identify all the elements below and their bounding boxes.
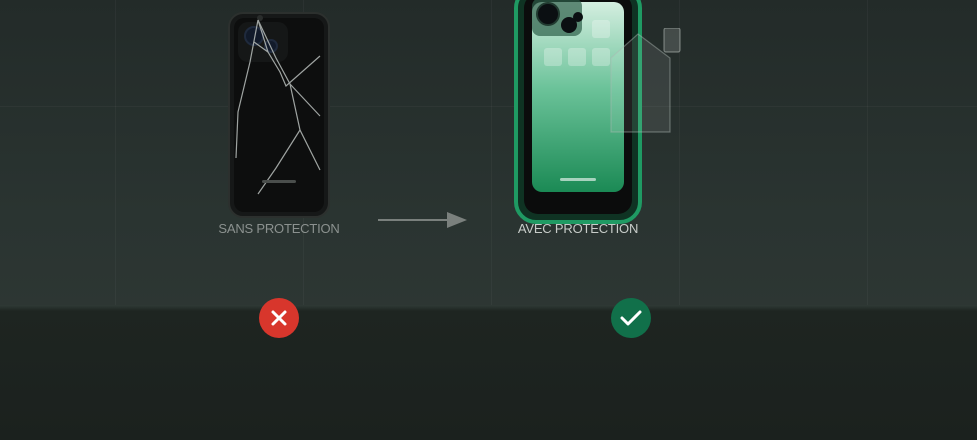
cracked-phone-illustration <box>228 12 330 218</box>
x-icon <box>271 310 287 326</box>
failure-badge <box>259 298 299 338</box>
floor-panel <box>0 305 977 440</box>
with-protection-label: AVEC PROTECTION <box>517 221 639 236</box>
without-protection-label: SANS PROTECTION <box>218 221 340 236</box>
screen-protector-film <box>610 28 681 133</box>
check-icon <box>620 310 642 326</box>
success-badge <box>611 298 651 338</box>
illustration-background <box>0 0 977 308</box>
arrow-right-icon <box>378 212 467 228</box>
